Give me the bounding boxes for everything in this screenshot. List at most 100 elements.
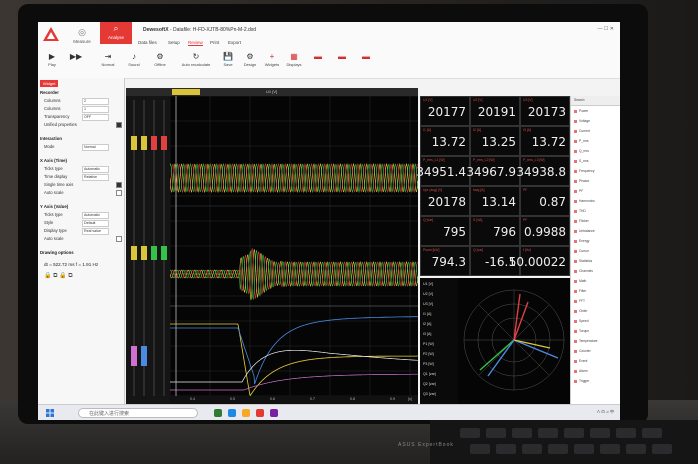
tab-export[interactable]: Export <box>228 40 241 45</box>
channel-item[interactable]: Cursor <box>579 249 589 253</box>
channel-item[interactable]: Current <box>579 129 590 133</box>
property-value[interactable]: 2 <box>82 98 109 105</box>
dewesoft-taskbar-icon[interactable] <box>256 409 264 417</box>
channel-item[interactable]: Order <box>579 309 587 313</box>
channel-item[interactable]: Phasor <box>579 179 589 183</box>
meter-cell[interactable]: Psum [kW] 794.3 <box>420 246 470 276</box>
auto-scale-checkbox[interactable] <box>116 190 122 196</box>
widgets-button[interactable]: + Widgets <box>260 52 284 67</box>
channel-item[interactable]: Unbalance <box>579 229 595 233</box>
section-x-axis[interactable]: X Axis (Time) <box>40 158 67 163</box>
explorer-icon[interactable] <box>242 409 250 417</box>
single-time-axis-checkbox[interactable] <box>116 182 122 188</box>
fast-forward-button[interactable]: ▶▶ <box>64 52 88 62</box>
displays-button[interactable]: ▦ Displays <box>282 52 306 67</box>
signal-legend-item: P1 [W] <box>423 342 434 346</box>
channel-item[interactable]: S_rms <box>579 159 589 163</box>
channel-item[interactable]: Power <box>579 109 588 113</box>
property-value[interactable]: Automatic <box>82 212 109 219</box>
channel-item[interactable]: Math <box>579 279 586 283</box>
meter-cell[interactable]: P_rms_L2 [W] 34967.9 <box>466 156 520 186</box>
channel-item[interactable]: PF <box>579 189 583 193</box>
save-button[interactable]: 💾 Save <box>216 52 240 67</box>
windows-start-icon[interactable] <box>46 409 54 417</box>
phasor-diagram[interactable] <box>458 278 570 404</box>
meter-cell[interactable]: PF 0.87 <box>520 186 570 216</box>
tab-measure[interactable]: ◎ Measure <box>70 26 94 44</box>
property-value[interactable]: Default <box>82 220 109 227</box>
auto-scale-checkbox[interactable] <box>116 236 122 242</box>
meter-cell[interactable]: PF 0.9988 <box>520 216 570 246</box>
edge-icon[interactable] <box>228 409 236 417</box>
lock-icon[interactable]: 🔒 ⧉ 🔒 ⧉ <box>44 272 73 280</box>
window-controls[interactable]: — ☐ ✕ <box>598 26 614 32</box>
meter-cell[interactable]: Q [var] 795 <box>420 216 470 246</box>
channel-item[interactable]: Harmonics <box>579 199 595 203</box>
tab-print[interactable]: Print <box>210 40 219 45</box>
tab-review[interactable]: Review <box>188 40 203 46</box>
property-value[interactable]: 1 <box>82 106 109 113</box>
meter-cell[interactable]: S [VA] 796 <box>470 216 520 246</box>
tab-data-files[interactable]: Data files <box>138 40 157 45</box>
property-value[interactable]: Relative <box>82 174 109 181</box>
meter-cell[interactable]: Upr (avg) [V] 20178 <box>420 186 470 216</box>
meter-cell[interactable]: U1 [V] 20177 <box>420 96 470 126</box>
meter-cell[interactable]: Iavg [A] 13.14 <box>470 186 520 216</box>
meter-cell[interactable]: I1 [A] 13.72 <box>420 126 470 156</box>
channel-item[interactable]: Statistics <box>579 259 592 263</box>
channel-item[interactable]: Voltage <box>579 119 590 123</box>
channel-item[interactable]: Frequency <box>579 169 595 173</box>
channel-search[interactable]: Search <box>571 96 620 106</box>
normal-speed-button[interactable]: ⇥ Normal <box>96 52 120 67</box>
display-thumb-2[interactable]: ▬ <box>330 52 354 62</box>
section-drawing-options[interactable]: Drawing options <box>40 250 74 255</box>
channel-item[interactable]: FFT <box>579 299 585 303</box>
channel-item[interactable]: Flicker <box>579 219 589 223</box>
tab-analyse[interactable]: ⌕ Analyse <box>100 22 132 44</box>
design-button[interactable]: ⚙ Design <box>238 52 262 67</box>
meter-cell[interactable]: U2 [V] 20191 <box>470 96 520 126</box>
auto-recalculate-button[interactable]: ↻ Auto recalculate <box>176 52 216 67</box>
section-y-axis[interactable]: Y Axis (Value) <box>40 204 68 209</box>
display-thumb-1[interactable]: ▬ <box>306 52 330 62</box>
play-button[interactable]: ▶ Play <box>40 52 64 67</box>
display-thumb-3[interactable]: ▬ <box>354 52 378 62</box>
system-tray[interactable]: ∧ ⊡ ♫ 中 <box>596 409 614 415</box>
time-selection-bar[interactable] <box>172 89 200 95</box>
channel-item[interactable]: Trigger <box>579 379 589 383</box>
channel-item[interactable]: Alarm <box>579 369 588 373</box>
channel-item[interactable]: P_rms <box>579 139 589 143</box>
unified-checkbox[interactable] <box>116 122 122 128</box>
meter-cell[interactable]: U3 [V] 20173 <box>520 96 570 126</box>
section-interaction[interactable]: Interaction <box>40 136 62 141</box>
meter-cell[interactable]: I2 [A] 13.25 <box>470 126 520 156</box>
channel-item[interactable]: THD <box>579 209 586 213</box>
channel-item[interactable]: Filter <box>579 289 586 293</box>
taskbar-search[interactable]: 在此键入进行搜索 <box>78 408 198 418</box>
meter-cell[interactable]: I3 [A] 13.72 <box>520 126 570 156</box>
tab-widget[interactable]: Widget <box>40 80 59 87</box>
task-view-icon[interactable] <box>214 409 222 417</box>
laptop-brand: ASUS ExpertBook <box>398 442 454 448</box>
meter-cell[interactable]: P_rms_L1 [W] 34951.4 <box>416 156 470 186</box>
channel-item[interactable]: Speed <box>579 319 589 323</box>
meter-cell[interactable]: P_rms_L3 [W] 34938.8 <box>516 156 570 186</box>
channel-item[interactable]: Event <box>579 359 587 363</box>
offline-button[interactable]: ⚙ Offline <box>148 52 172 67</box>
channel-item[interactable]: Channels <box>579 269 593 273</box>
recorder-plot[interactable] <box>170 96 418 396</box>
property-value[interactable]: Automatic <box>82 166 109 173</box>
tab-setup[interactable]: Setup <box>168 40 180 45</box>
channel-item[interactable]: Torque <box>579 329 589 333</box>
meter-cell[interactable]: f [Hz] 50.00022 <box>509 246 570 276</box>
property-value[interactable]: OFF <box>82 114 109 121</box>
channel-item[interactable]: Q_rms <box>579 149 589 153</box>
property-value[interactable]: Real value <box>82 228 109 235</box>
mode-select[interactable]: Normal <box>82 144 109 151</box>
channel-item[interactable]: Energy <box>579 239 589 243</box>
section-recorder[interactable]: Recorder <box>40 90 59 95</box>
channel-item[interactable]: Temperature <box>579 339 598 343</box>
app-icon[interactable] <box>270 409 278 417</box>
sound-button[interactable]: ♪ Sound <box>122 52 146 67</box>
channel-item[interactable]: Counter <box>579 349 591 353</box>
